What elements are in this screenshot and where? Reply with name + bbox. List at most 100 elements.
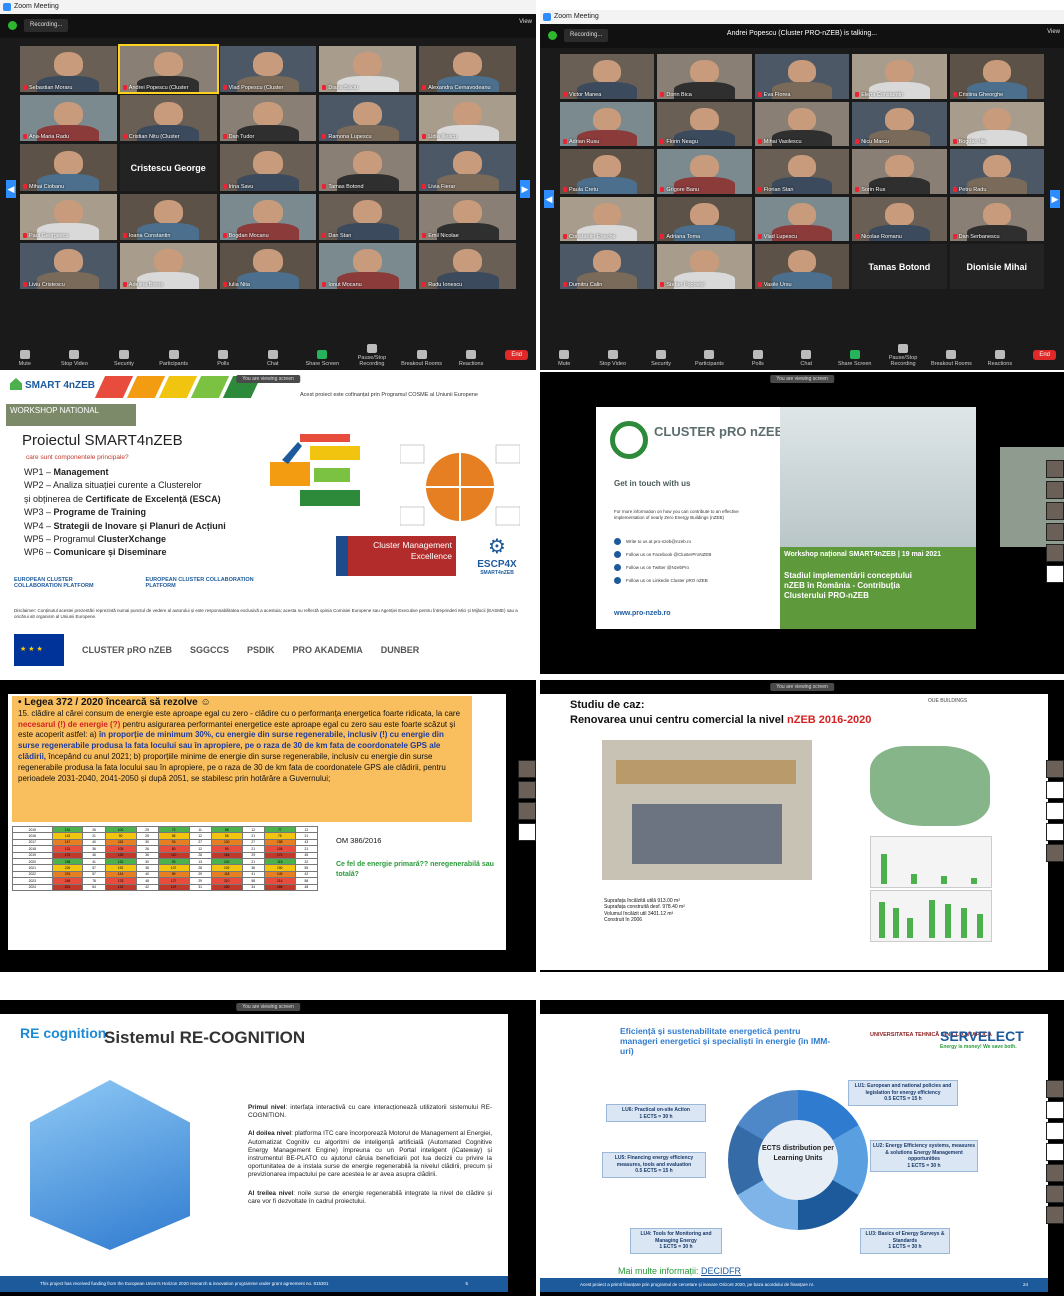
thumbnail-strip: [518, 760, 536, 841]
participant-tile[interactable]: Stefan Popovici: [657, 244, 752, 289]
participant-tile[interactable]: Diana Baciu: [319, 46, 417, 93]
toolbar-reactions-button[interactable]: Reactions: [446, 350, 496, 370]
participant-tile[interactable]: Ioana Constantin: [119, 193, 217, 240]
toolbar-share-screen-button[interactable]: Share Screen: [830, 350, 878, 370]
contact-item[interactable]: Write to us at pro-nzeb@nzeb.ro: [614, 535, 711, 548]
building-info: Suprafața încălzită utilă 913.00 m² Supra…: [604, 898, 685, 924]
toolbar-stop-video-button[interactable]: Stop Video: [50, 350, 100, 370]
window-titlebar: Zoom Meeting: [0, 0, 536, 14]
participant-tile[interactable]: Vlad Popescu (Cluster: [219, 46, 317, 93]
participant-tile[interactable]: Dumitru Calin: [560, 244, 655, 289]
participant-tile[interactable]: Elena Constantin: [852, 54, 947, 99]
participant-tile[interactable]: Livia Fierar: [419, 144, 516, 191]
toolbar-polls-button[interactable]: Polls: [734, 350, 782, 370]
view-button[interactable]: View: [1047, 29, 1060, 35]
end-meeting-button[interactable]: End: [1033, 350, 1056, 360]
participant-tile[interactable]: Emil Nicolae: [419, 193, 516, 240]
participant-tile[interactable]: Dan Stan: [319, 193, 417, 240]
view-button[interactable]: View: [519, 19, 532, 25]
toolbar-breakout-rooms-button[interactable]: Breakout Rooms: [397, 350, 447, 370]
participant-face: [593, 155, 622, 179]
participant-tile[interactable]: Mihai Ciobanu: [20, 144, 117, 191]
prev-page-arrow-icon[interactable]: ◀: [544, 190, 554, 208]
participant-tile[interactable]: Sebastian Moraru: [20, 46, 117, 93]
participant-tile[interactable]: Cristian Nitu (Cluster: [119, 95, 217, 142]
participant-tile[interactable]: Dorin Bica: [657, 54, 752, 99]
toolbar-breakout-rooms-button[interactable]: Breakout Rooms: [927, 350, 975, 370]
participant-tile[interactable]: Dionisie Mihai: [949, 244, 1044, 289]
participant-tile[interactable]: Ana-Maria Radu: [20, 95, 117, 142]
participant-tile[interactable]: Sorin Rus: [852, 149, 947, 194]
participant-tile[interactable]: Paul Georgescu: [20, 193, 117, 240]
participant-tile[interactable]: Nicolae Romanu: [852, 196, 947, 241]
muted-mic-icon: [757, 186, 762, 192]
participant-tile[interactable]: Dan Serbanescu: [949, 196, 1044, 241]
participant-tile[interactable]: Vasile Ursu: [754, 244, 850, 289]
chat-icon: [801, 350, 812, 359]
contact-item[interactable]: Follow us on Twitter @NzebPro: [614, 561, 711, 574]
decidfr-link[interactable]: DECIDFR: [701, 1266, 741, 1276]
participant-tile[interactable]: Grigore Banu: [657, 149, 752, 194]
participant-tile[interactable]: Petru Radu: [949, 149, 1044, 194]
participant-tile[interactable]: Ionut Mocanu: [319, 242, 417, 289]
participant-tile[interactable]: Adelina Boros: [119, 242, 217, 289]
website-link[interactable]: www.pro-nzeb.ro: [614, 610, 671, 617]
toolbar-mute-button[interactable]: Mute: [540, 350, 588, 370]
participant-tile[interactable]: Eva Florea: [754, 54, 850, 99]
participant-name-large: Dionisie Mihai: [966, 261, 1028, 272]
contact-item[interactable]: Follow us on Linkedin Cluster pRO nZEB: [614, 574, 711, 587]
toolbar-chat-button[interactable]: Chat: [782, 350, 830, 370]
participant-tile[interactable]: Andrei Popescu (Cluster: [117, 43, 219, 95]
participant-tile[interactable]: Adriana Toma: [657, 196, 752, 241]
slide-smart4nzeb: SMART 4nZEB You are viewing screen WORKS…: [0, 372, 536, 674]
participant-tile[interactable]: Liviu Cristescu: [20, 242, 117, 289]
muted-mic-icon: [757, 91, 762, 97]
participant-tile[interactable]: Bogdan Mocanu: [219, 193, 317, 240]
toolbar-security-button[interactable]: Security: [637, 350, 685, 370]
participant-tile[interactable]: Nicu Marcu: [852, 101, 947, 146]
prev-page-arrow-icon[interactable]: ◀: [6, 180, 16, 198]
participant-tile[interactable]: Bogdan Ilie: [949, 101, 1044, 146]
toolbar-mute-button[interactable]: Mute: [0, 350, 50, 370]
participant-tile[interactable]: Iulia Nita: [219, 242, 317, 289]
next-page-arrow-icon[interactable]: ▶: [520, 180, 530, 198]
muted-mic-icon: [855, 91, 860, 97]
participant-tile[interactable]: Florian Stan: [754, 149, 850, 194]
participant-face: [453, 101, 483, 126]
toolbar-polls-button[interactable]: Polls: [198, 350, 248, 370]
toolbar-stop-video-button[interactable]: Stop Video: [588, 350, 636, 370]
toolbar-pause-stop-recording-button[interactable]: Pause/Stop Recording: [879, 344, 927, 370]
contact-item[interactable]: Follow us on Facebook @ClusterProNZEB: [614, 548, 711, 561]
end-meeting-button[interactable]: End: [505, 350, 528, 360]
toolbar-participants-button[interactable]: Participants: [149, 350, 199, 370]
participant-tile[interactable]: Irina Savu: [219, 144, 317, 191]
participant-tile[interactable]: Mihai Vasilescu: [754, 101, 850, 146]
participant-tile[interactable]: Florin Neagu: [657, 101, 752, 146]
toolbar-chat-button[interactable]: Chat: [248, 350, 298, 370]
participant-tile[interactable]: Alexandra Cernavodeanu: [419, 46, 516, 93]
participant-tile[interactable]: Cristina Gheorghe: [949, 54, 1044, 99]
participant-tile[interactable]: Tamas Botond: [319, 144, 417, 191]
zoom-window-right: Zoom Meeting Recording... Andrei Popescu…: [540, 10, 1064, 370]
participant-tile[interactable]: Tamas Botond: [852, 244, 947, 289]
participant-tile[interactable]: Dan Tudor: [219, 95, 317, 142]
participant-tile[interactable]: Cristescu George: [119, 144, 217, 191]
slide-cluster: CLUSTER pRO nZEB Get in touch with us Fo…: [596, 407, 1064, 629]
participant-tile[interactable]: Radu Ionescu: [419, 242, 516, 289]
toolbar-pause-stop-recording-button[interactable]: Pause/Stop Recording: [347, 344, 397, 370]
security-shield-icon[interactable]: [8, 21, 17, 30]
next-page-arrow-icon[interactable]: ▶: [1050, 190, 1060, 208]
participant-tile[interactable]: Lidia Iliescu: [419, 95, 516, 142]
participant-tile[interactable]: Vlad Lupescu: [754, 196, 850, 241]
page-number: 5: [465, 1281, 468, 1286]
recording-indicator[interactable]: Recording...: [24, 19, 69, 32]
toolbar-share-screen-button[interactable]: Share Screen: [298, 350, 348, 370]
participant-tile[interactable]: Victor Manea: [560, 54, 655, 99]
participant-tile[interactable]: Paula Cretu: [560, 149, 655, 194]
toolbar-participants-button[interactable]: Participants: [685, 350, 733, 370]
toolbar-security-button[interactable]: Security: [99, 350, 149, 370]
toolbar-reactions-button[interactable]: Reactions: [976, 350, 1024, 370]
participant-tile[interactable]: Constantin Enache: [560, 196, 655, 241]
participant-tile[interactable]: Adrian Rusu: [560, 101, 655, 146]
participant-tile[interactable]: Ramona Lupescu: [319, 95, 417, 142]
